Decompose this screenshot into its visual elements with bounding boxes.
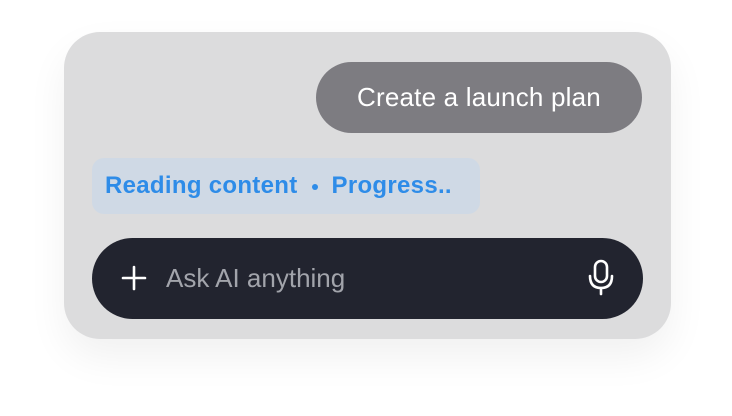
status-step-label: Reading content: [105, 172, 298, 199]
microphone-icon[interactable]: [585, 259, 617, 297]
plus-icon[interactable]: [120, 264, 148, 292]
user-message-text: Create a launch plan: [357, 82, 601, 112]
user-message-bubble: Create a launch plan: [316, 62, 642, 133]
status-progress-label: Progress..: [331, 172, 452, 199]
status-indicator: Reading content Progress..: [92, 158, 480, 214]
separator-dot: [311, 184, 318, 190]
ask-input[interactable]: [166, 258, 556, 298]
